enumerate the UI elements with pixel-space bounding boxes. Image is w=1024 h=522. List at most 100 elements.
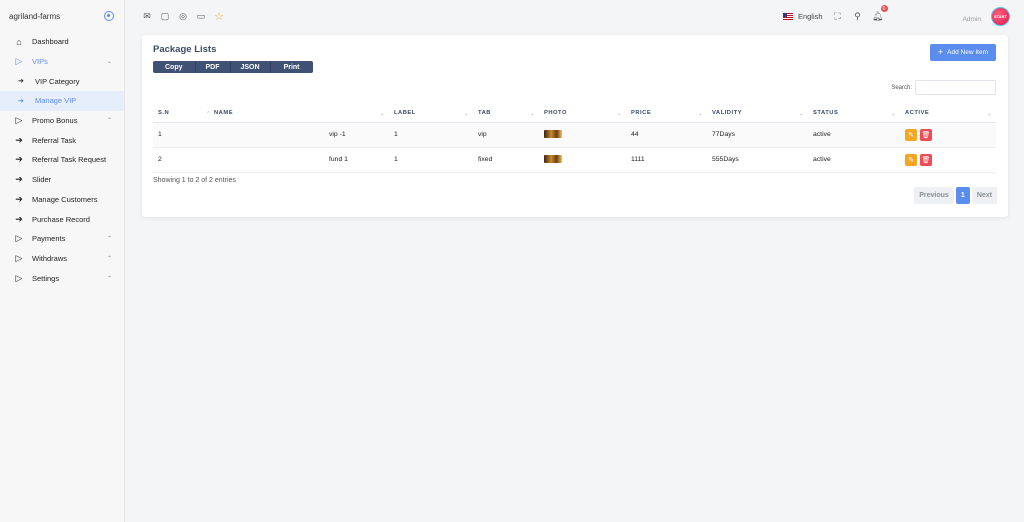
page-1-button[interactable]: 1 (955, 187, 970, 204)
cell-price: 1111 (626, 147, 707, 173)
trash-icon[interactable]: 🗑︎ (920, 153, 932, 166)
sidebar-item-referral-task[interactable]: ➔ Referral Task (0, 130, 124, 150)
arrow-right-icon: ➔ (15, 213, 23, 224)
language-selector[interactable]: English (782, 12, 823, 21)
us-flag-icon (782, 12, 793, 20)
trash-icon[interactable]: 🗑︎ (920, 128, 932, 141)
column-header-label[interactable]: LABEL ⌄ (389, 105, 473, 123)
chat-icon[interactable]: ▢ (160, 11, 170, 21)
table-row: 2 fund 1 1 fixed 1111 555Days active ✎ 🗑︎ (153, 147, 996, 173)
previous-page-button[interactable]: Previous (914, 187, 954, 204)
sidebar-item-payments[interactable]: ▷ Payments ⌃ (0, 229, 124, 249)
column-header-sn[interactable]: S.N ⌃ (153, 105, 211, 123)
search-input[interactable] (915, 80, 996, 95)
star-icon[interactable]: ☆ (214, 11, 224, 23)
column-header-validity[interactable]: VALIDITY ⌄ (707, 105, 808, 123)
cell-label: 1 (389, 147, 473, 173)
triangle-right-icon: ▷ (15, 252, 23, 263)
package-table: S.N ⌃ NAME ⌄ LABEL ⌄ TAB ⌄ PHOTO ⌄ PRICE ⌄ VAL… (153, 105, 996, 173)
cell-photo (539, 122, 626, 148)
next-page-button[interactable]: Next (971, 187, 997, 204)
sort-icon: ⌄ (464, 111, 469, 117)
chevron-up-icon: ⌃ (106, 118, 112, 125)
add-new-item-label: Add New Item (947, 49, 988, 56)
triangle-right-icon: ▷ (15, 115, 23, 126)
sidebar: agriland-farms ⌂ Dashboard ▷ VIPs ⌄ ➔ VI… (0, 0, 125, 522)
column-header-name[interactable]: NAME ⌄ (209, 105, 389, 123)
sidebar-item-label: Referral Task Request (32, 155, 107, 165)
sidebar-item-slider[interactable]: ➔ Slider (0, 170, 124, 190)
cell-price: 44 (626, 122, 707, 148)
sort-icon: ⌄ (987, 111, 992, 117)
sort-icon: ⌄ (617, 111, 622, 117)
search-icon[interactable]: ⚲ (853, 11, 863, 21)
sidebar-item-settings[interactable]: ▷ Settings ⌃ (0, 268, 124, 288)
sidebar-item-label: VIPs (32, 57, 48, 67)
sidebar-item-purchase-record[interactable]: ➔ Purchase Record (0, 209, 124, 229)
notification-badge: 6 (880, 5, 888, 12)
page-title: Package Lists (153, 44, 217, 55)
cell-label: 1 (389, 122, 473, 148)
bell-icon[interactable]: 🔔︎ 6 (872, 5, 888, 21)
calendar-icon[interactable]: ▭ (196, 11, 206, 21)
check-circle-icon[interactable]: ◎ (178, 11, 188, 21)
pdf-button[interactable]: PDF (195, 61, 231, 73)
arrow-right-icon: ➔ (15, 134, 23, 145)
sidebar-item-promo-bonus[interactable]: ▷ Promo Bonus ⌃ (0, 111, 124, 131)
cell-name: vip -1 (209, 122, 389, 148)
triangle-right-icon: ▷ (15, 56, 23, 67)
mail-icon[interactable]: ✉ (142, 11, 152, 21)
edit-icon[interactable]: ✎ (905, 128, 917, 141)
cell-actions: ✎ 🗑︎ (900, 122, 996, 148)
sidebar-item-manage-customers[interactable]: ➔ Manage Customers (0, 190, 124, 210)
triangle-right-icon: ▷ (15, 272, 23, 283)
sidebar-item-withdraws[interactable]: ▷ Withdraws ⌃ (0, 249, 124, 269)
pagination: Previous 1 Next (914, 187, 997, 204)
column-header-label: TAB (478, 110, 491, 117)
avatar[interactable]: START (991, 6, 1010, 26)
sidebar-item-dashboard[interactable]: ⌂ Dashboard (0, 32, 124, 52)
sidebar-item-label: Payments (32, 234, 66, 244)
column-header-label: PHOTO (544, 110, 568, 117)
cell-name: fund 1 (209, 147, 389, 173)
cell-tab: vip (473, 122, 539, 148)
column-header-label: LABEL (394, 110, 416, 117)
sidebar-item-vips[interactable]: ▷ VIPs ⌄ (0, 52, 124, 72)
edit-icon[interactable]: ✎ (905, 153, 917, 166)
sidebar-toggle-icon[interactable] (104, 11, 114, 21)
print-button[interactable]: Print (270, 61, 313, 73)
sort-icon: ⌄ (380, 111, 385, 117)
sidebar-item-referral-task-request[interactable]: ➔ Referral Task Request (0, 150, 124, 170)
cell-tab: fixed (473, 147, 539, 173)
export-buttons: Copy PDF JSON Print (153, 61, 313, 73)
user-name: Admin (962, 15, 981, 23)
sidebar-item-vip-category[interactable]: ➔ VIP Category (0, 71, 124, 91)
plus-icon: + (937, 47, 944, 57)
arrow-right-icon: ➔ (18, 78, 24, 86)
add-new-item-button[interactable]: + Add New Item (929, 44, 996, 61)
column-header-price[interactable]: PRICE ⌄ (626, 105, 707, 123)
cell-photo (539, 147, 626, 173)
column-header-label: VALIDITY (712, 110, 742, 117)
sidebar-nav: ⌂ Dashboard ▷ VIPs ⌄ ➔ VIP Category ➔ Ma… (0, 32, 124, 288)
copy-button[interactable]: Copy (153, 61, 196, 73)
column-header-label: S.N (158, 110, 170, 117)
column-header-photo[interactable]: PHOTO ⌄ (539, 105, 626, 123)
chevron-down-icon: ⌄ (106, 59, 112, 66)
sidebar-item-label: Promo Bonus (32, 116, 78, 126)
brand-bar: agriland-farms (0, 0, 124, 32)
cell-status: active (808, 147, 900, 173)
topbar: ✉ ▢ ◎ ▭ ☆ English ⛶ ⚲ 🔔︎ 6 Admin START (125, 0, 1024, 32)
sidebar-item-manage-vip[interactable]: ➔ Manage VIP (0, 91, 124, 111)
package-list-card: Package Lists Copy PDF JSON Print + Add … (142, 35, 1008, 217)
column-header-active[interactable]: ACTIVE ⌄ (900, 105, 996, 123)
chevron-up-icon: ⌃ (106, 236, 112, 243)
home-icon: ⌂ (16, 36, 22, 47)
column-header-tab[interactable]: TAB ⌄ (473, 105, 539, 123)
search-label: Search: (891, 84, 912, 91)
fullscreen-icon[interactable]: ⛶ (833, 11, 843, 21)
arrow-right-icon: ➔ (18, 97, 24, 105)
json-button[interactable]: JSON (230, 61, 271, 73)
column-header-status[interactable]: STATUS ⌄ (808, 105, 900, 123)
sidebar-item-label: Manage Customers (32, 194, 98, 204)
